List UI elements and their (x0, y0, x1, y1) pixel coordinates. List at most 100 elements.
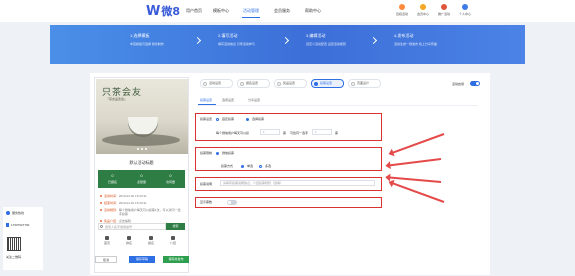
nav-item-templates[interactable]: 模板中心 (213, 8, 229, 14)
bullet-icon (100, 209, 102, 211)
subtab-vote[interactable]: 投票设置 (200, 98, 212, 102)
vote-rule-unit2: 票 (335, 131, 339, 135)
single-choice-radio[interactable] (241, 165, 244, 168)
subtab-options[interactable]: 选项设置 (222, 98, 234, 102)
enable-switch-label: 活动启用 (452, 82, 465, 86)
phone-tab-signup[interactable]: 报名 (141, 236, 161, 245)
tab-label: 活动设置 (209, 81, 222, 85)
tool-member[interactable]: 会员中心 (413, 4, 433, 16)
logo-text: 微8 (161, 5, 180, 18)
bullet-icon (100, 195, 102, 197)
qr-code (7, 237, 21, 251)
intro-icon (171, 236, 175, 240)
step-3-desc: 自定义活动配置 设置活动规则 (306, 42, 346, 46)
tab-activity[interactable]: 活动设置 (200, 79, 233, 88)
info-key: 结束时间: (104, 201, 117, 205)
save-publish-button[interactable]: 保存并发布 (163, 256, 189, 263)
home-icon (105, 236, 109, 240)
nav-item-home[interactable]: 用户首页 (186, 8, 202, 14)
tool-promo[interactable]: 推广活动 (434, 4, 454, 16)
same-player-votes-input[interactable]: 1 (312, 129, 332, 135)
cancel-button[interactable]: 取消 (95, 256, 117, 263)
stat-label: 点赞量 (136, 180, 146, 184)
tool-media[interactable]: 自媒活动 (392, 4, 412, 16)
steps-banner: 1.选择模板 丰富模板可选择 简化制作 2.填写活动 填写活动信息 引导活动参与… (50, 25, 525, 64)
step-1: 1.选择模板 丰富模板可选择 简化制作 (130, 33, 180, 47)
info-key: 活动规则: (104, 208, 117, 212)
signup-icon (149, 236, 153, 240)
step-circle-icon (240, 82, 244, 86)
tea-bowl-image (128, 117, 158, 135)
tab-prize[interactable]: 奖品设置 (274, 79, 307, 88)
vote-rule-prefix: 每个微信用户每天可以投 (216, 131, 250, 135)
step-4-desc: 活动生成一键发布 线上分享传播 (394, 42, 437, 46)
vote-rule-middle: 可给同一选手 (290, 131, 309, 135)
phone-row: 17607627700 (6, 223, 29, 227)
info-text: 每个微信用户每天可以投票1次，可以对同一选手投票 (118, 208, 181, 216)
nav-item-help[interactable]: 帮助中心 (305, 8, 321, 14)
votes-per-day-input[interactable]: 1 (260, 129, 280, 135)
step-circle-icon (277, 82, 281, 86)
phone-tab-home[interactable]: 首页 (97, 236, 117, 245)
wechat-vote-radio[interactable] (216, 152, 219, 155)
tab-vote[interactable]: 投票设置 (311, 79, 344, 88)
tab-design[interactable]: 页面设计 (348, 79, 381, 88)
step-arrow-icon (193, 36, 202, 45)
activity-info: 活动时间: 2019-03-30 15:23:31 结束时间: 2019-04-15… (100, 194, 182, 226)
fixed-vote-label: 固定投票 (222, 117, 235, 121)
vote-mode-label: 投票方式 (221, 164, 234, 168)
step-arrow-icon (369, 36, 378, 45)
step-circle-icon (203, 82, 207, 86)
nav-item-activities[interactable]: 活动管理 (243, 8, 259, 14)
hero-subtitle: 『茶友品鉴会』 (106, 97, 128, 101)
step-2: 2.填写活动 填写活动信息 引导活动参与 (218, 33, 268, 47)
nav-item-membership[interactable]: 会员服务 (274, 8, 290, 14)
bullet-icon (100, 220, 102, 222)
carousel-dots[interactable] (137, 148, 147, 150)
step-circle-icon (314, 82, 318, 86)
step-2-title: 2.填写活动 (218, 33, 238, 38)
service-label: 服务热线 (12, 211, 25, 215)
tab-signup[interactable]: 报名设置 (237, 79, 270, 88)
tool-profile[interactable]: 个人中心 (455, 4, 475, 16)
phone-search-button[interactable]: 搜索 (166, 223, 185, 230)
qr-label: 关注二维码 (6, 255, 22, 259)
step-arrow-icon (281, 36, 290, 45)
step-circle-icon (351, 82, 355, 86)
service-row[interactable]: 服务热线 (6, 211, 24, 215)
bullet-icon (100, 202, 102, 204)
step-3-title: 3.编辑活动 (306, 33, 326, 38)
info-line: 活动规则: 每个微信用户每天可以投票1次，可以对同一选手投票 (100, 208, 182, 216)
vote-description-label: 投票说明 (200, 182, 213, 186)
active-nav-indicator (242, 17, 260, 18)
stat-visits: 0 访问量 (156, 173, 185, 184)
step-4: 4.发布活动 活动生成一键发布 线上分享传播 (394, 33, 444, 47)
stat-value: 0 (111, 173, 114, 178)
divider (198, 105, 478, 106)
search-icon (100, 225, 103, 228)
logo[interactable]: W 微8 (146, 3, 180, 19)
show-votes-switch[interactable] (227, 200, 237, 205)
vote-description-input[interactable]: 请填写投票说明信息，介绍投票规则（选填） (220, 180, 375, 186)
single-choice-label: 单选 (247, 164, 254, 168)
enable-switch[interactable] (470, 81, 480, 86)
multi-choice-radio[interactable] (259, 165, 262, 168)
step-2-desc: 填写活动信息 引导活动参与 (218, 42, 255, 46)
choose-vote-label: 选择投票 (252, 117, 265, 121)
show-votes-group (195, 197, 382, 208)
vote-limit-label: 投票限制 (200, 151, 213, 155)
tea-plate-image (102, 134, 180, 146)
stats-bar: 0 已报名 0 点赞量 0 访问量 (98, 170, 185, 188)
choose-vote-radio[interactable] (246, 118, 249, 121)
phone-tab-rank[interactable]: 排名 (119, 236, 139, 245)
top-navbar: W 微8 用户首页 模板中心 活动管理 会员服务 帮助中心 自媒活动 会员中心 … (0, 0, 575, 22)
tool-media-label: 自媒活动 (395, 12, 408, 16)
subtab-share[interactable]: 分享设置 (248, 98, 260, 102)
phone-tab-intro[interactable]: 介绍 (163, 236, 183, 245)
fixed-vote-radio[interactable] (216, 118, 219, 121)
crown-icon (420, 4, 426, 10)
info-line: 活动时间: 2019-03-30 15:23:31 (100, 194, 182, 198)
phone-search-input[interactable]: 搜索人名字或者编号 (98, 223, 166, 230)
save-draft-button[interactable]: 保存草稿 (129, 256, 155, 263)
user-icon (462, 4, 468, 10)
